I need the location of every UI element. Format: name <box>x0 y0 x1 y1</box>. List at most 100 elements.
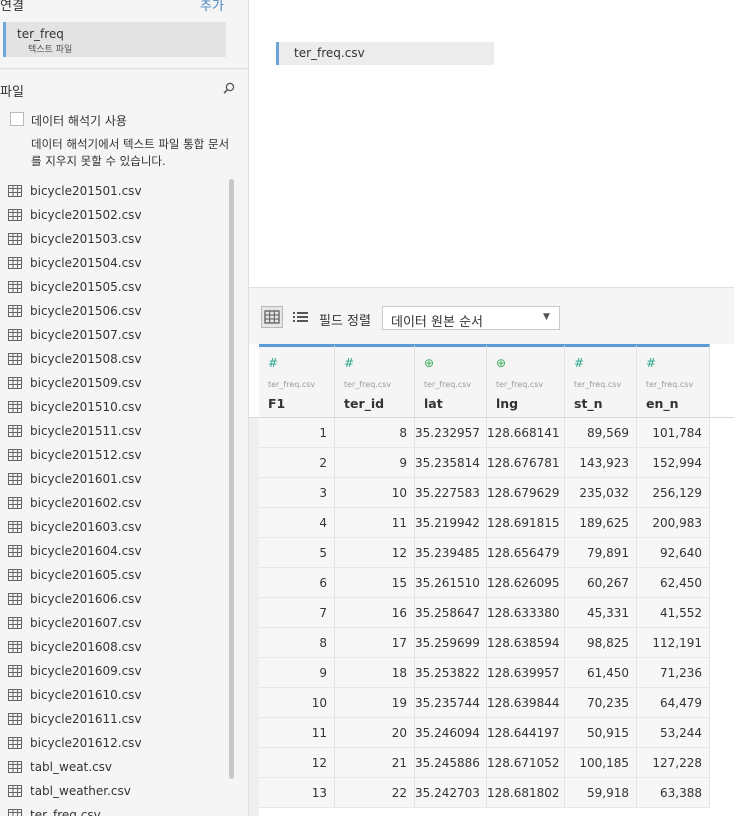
table-cell: 71,236 <box>637 658 710 688</box>
file-name: bicycle201609.csv <box>30 664 142 678</box>
table-cell: 92,640 <box>637 538 710 568</box>
table-icon <box>8 713 22 725</box>
number-type-icon[interactable]: # <box>344 356 354 370</box>
file-item[interactable]: bicycle201502.csv <box>0 203 228 227</box>
table-row[interactable]: 10 19 35.235744 128.639844 70,235 64,479 <box>259 688 710 718</box>
pane-divider <box>0 68 248 69</box>
table-cell: 17 <box>335 628 415 658</box>
table-row[interactable]: 12 21 35.245886 128.671052 100,185 127,228 <box>259 748 710 778</box>
file-item[interactable]: bicycle201602.csv <box>0 491 228 515</box>
file-item[interactable]: bicycle201609.csv <box>0 659 228 683</box>
table-row[interactable]: 3 10 35.227583 128.679629 235,032 256,129 <box>259 478 710 508</box>
file-item[interactable]: bicycle201604.csv <box>0 539 228 563</box>
row-stub <box>249 418 259 816</box>
file-item[interactable]: bicycle201508.csv <box>0 347 228 371</box>
table-row[interactable]: 8 17 35.259699 128.638594 98,825 112,191 <box>259 628 710 658</box>
file-item[interactable]: bicycle201605.csv <box>0 563 228 587</box>
data-interpreter-checkbox[interactable] <box>10 112 24 126</box>
table-cell: 35.259699 <box>415 628 487 658</box>
file-item[interactable]: bicycle201511.csv <box>0 419 228 443</box>
file-item[interactable]: bicycle201501.csv <box>0 179 228 203</box>
file-item[interactable]: bicycle201510.csv <box>0 395 228 419</box>
file-item[interactable]: bicycle201507.csv <box>0 323 228 347</box>
table-row[interactable]: 13 22 35.242703 128.681802 59,918 63,388 <box>259 778 710 808</box>
file-name: bicycle201501.csv <box>30 184 142 198</box>
table-cell: 152,994 <box>637 448 710 478</box>
column-header-F1[interactable]: # ter_freq.csv F1 <box>259 344 335 417</box>
column-header-st_n[interactable]: # ter_freq.csv st_n <box>565 344 637 417</box>
number-type-icon[interactable]: # <box>574 356 584 370</box>
file-item[interactable]: ter_freq.csv <box>0 803 228 816</box>
table-cell: 35.242703 <box>415 778 487 808</box>
column-header-lat[interactable]: ⊕ ter_freq.csv lat <box>415 344 487 417</box>
globe-icon[interactable]: ⊕ <box>496 356 506 370</box>
file-name: bicycle201508.csv <box>30 352 142 366</box>
file-item[interactable]: bicycle201506.csv <box>0 299 228 323</box>
table-row[interactable]: 2 9 35.235814 128.676781 143,923 152,994 <box>259 448 710 478</box>
file-item[interactable]: bicycle201607.csv <box>0 611 228 635</box>
table-row[interactable]: 5 12 35.239485 128.656479 79,891 92,640 <box>259 538 710 568</box>
file-item[interactable]: bicycle201503.csv <box>0 227 228 251</box>
add-connection-link[interactable]: 추가 <box>200 0 224 14</box>
table-row[interactable]: 4 11 35.219942 128.691815 189,625 200,983 <box>259 508 710 538</box>
file-item[interactable]: bicycle201512.csv <box>0 443 228 467</box>
table-row[interactable]: 11 20 35.246094 128.644197 50,915 53,244 <box>259 718 710 748</box>
file-name: tabl_weather.csv <box>30 784 131 798</box>
search-icon[interactable] <box>222 81 236 95</box>
globe-icon[interactable]: ⊕ <box>424 356 434 370</box>
connection-item[interactable]: ter_freq 텍스트 파일 <box>3 22 226 57</box>
file-name: bicycle201504.csv <box>30 256 142 270</box>
file-item[interactable]: bicycle201504.csv <box>0 251 228 275</box>
table-cell: 22 <box>335 778 415 808</box>
file-item[interactable]: bicycle201612.csv <box>0 731 228 755</box>
file-item[interactable]: bicycle201505.csv <box>0 275 228 299</box>
table-row[interactable]: 6 15 35.261510 128.626095 60,267 62,450 <box>259 568 710 598</box>
number-type-icon[interactable]: # <box>268 356 278 370</box>
table-cell: 7 <box>259 598 335 628</box>
file-list-scrollbar[interactable] <box>229 179 234 779</box>
table-cell: 35.235814 <box>415 448 487 478</box>
file-item[interactable]: bicycle201611.csv <box>0 707 228 731</box>
table-row[interactable]: 9 18 35.253822 128.639957 61,450 71,236 <box>259 658 710 688</box>
grid-rows: 1 8 35.232957 128.668141 89,569 101,784 2 9 35.2… <box>259 418 710 808</box>
file-item[interactable]: tabl_weather.csv <box>0 779 228 803</box>
file-item[interactable]: tabl_weat.csv <box>0 755 228 779</box>
number-type-icon[interactable]: # <box>646 356 656 370</box>
files-title: 파일 <box>0 85 24 100</box>
table-icon <box>8 569 22 581</box>
file-item[interactable]: bicycle201610.csv <box>0 683 228 707</box>
table-cell: 35.232957 <box>415 418 487 448</box>
grid-view-button[interactable] <box>261 306 283 328</box>
table-icon <box>8 401 22 413</box>
table-cell: 59,918 <box>565 778 637 808</box>
file-item[interactable]: bicycle201606.csv <box>0 587 228 611</box>
file-name: bicycle201610.csv <box>30 688 142 702</box>
table-cell: 128.668141 <box>487 418 565 448</box>
grid-header: # ter_freq.csv F1 # ter_freq.csv ter_id ⊕ ter_f… <box>259 344 710 417</box>
column-header-lng[interactable]: ⊕ ter_freq.csv lng <box>487 344 565 417</box>
table-row[interactable]: 1 8 35.232957 128.668141 89,569 101,784 <box>259 418 710 448</box>
table-cell: 128.679629 <box>487 478 565 508</box>
file-item[interactable]: bicycle201509.csv <box>0 371 228 395</box>
table-cell: 128.626095 <box>487 568 565 598</box>
join-canvas: ter_freq.csv <box>249 0 734 288</box>
file-item[interactable]: bicycle201603.csv <box>0 515 228 539</box>
table-cell: 12 <box>259 748 335 778</box>
file-item[interactable]: bicycle201601.csv <box>0 467 228 491</box>
table-cell: 128.671052 <box>487 748 565 778</box>
sort-fields-value: 데이터 원본 순서 <box>391 315 483 330</box>
column-header-ter_id[interactable]: # ter_freq.csv ter_id <box>335 344 415 417</box>
column-header-en_n[interactable]: # ter_freq.csv en_n <box>637 344 710 417</box>
table-row[interactable]: 7 16 35.258647 128.633380 45,331 41,552 <box>259 598 710 628</box>
file-item[interactable]: bicycle201608.csv <box>0 635 228 659</box>
file-name: bicycle201505.csv <box>30 280 142 294</box>
list-view-icon[interactable] <box>290 307 310 327</box>
file-name: bicycle201510.csv <box>30 400 142 414</box>
table-icon <box>8 473 22 485</box>
file-name: bicycle201602.csv <box>30 496 142 510</box>
table-cell: 35.261510 <box>415 568 487 598</box>
table-cell: 35.246094 <box>415 718 487 748</box>
canvas-table[interactable]: ter_freq.csv <box>276 42 494 65</box>
sort-fields-dropdown[interactable]: 데이터 원본 순서 ▼ <box>382 306 560 330</box>
table-icon <box>8 185 22 197</box>
